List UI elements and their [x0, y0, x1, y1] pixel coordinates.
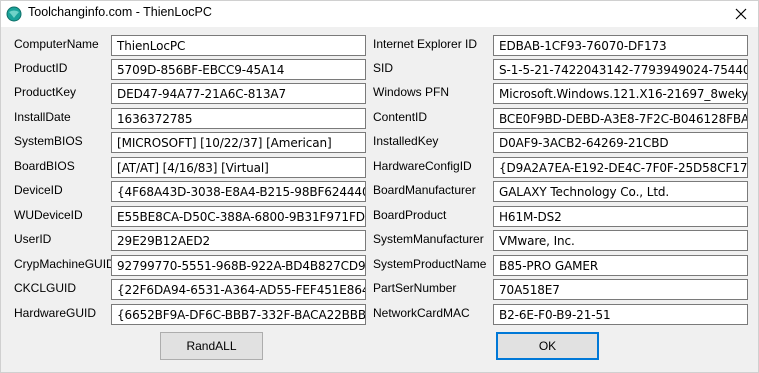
computer-name-field[interactable]: ThienLocPC: [111, 35, 366, 56]
ckcl-guid-field[interactable]: {22F6DA94-6531-A364-AD55-FEF451E86411: [111, 279, 366, 300]
label-part-ser-number: PartSerNumber: [373, 281, 457, 295]
part-ser-number-field[interactable]: 70A518E7: [493, 279, 748, 300]
label-system-product-name: SystemProductName: [373, 257, 487, 271]
window-title: Toolchanginfo.com - ThienLocPC: [28, 5, 212, 19]
label-hardware-config-id: HardwareConfigID: [373, 159, 472, 173]
internet-explorer-id-field[interactable]: EDBAB-1CF93-76070-DF173: [493, 35, 748, 56]
label-hardware-guid: HardwareGUID: [14, 306, 97, 320]
label-network-card-mac: NetworkCardMAC: [373, 306, 470, 320]
board-manufacturer-field[interactable]: GALAXY Technology Co., Ltd.: [493, 181, 748, 202]
label-board-product: BoardProduct: [373, 208, 447, 222]
close-button[interactable]: [724, 1, 758, 27]
install-date-field[interactable]: 1636372785: [111, 108, 366, 129]
system-manufacturer-field[interactable]: VMware, Inc.: [493, 230, 748, 251]
windows-pfn-field[interactable]: Microsoft.Windows.121.X16-21697_8wekyb3: [493, 83, 748, 104]
label-board-manufacturer: BoardManufacturer: [373, 183, 476, 197]
label-installed-key: InstalledKey: [373, 134, 439, 148]
label-board-bios: BoardBIOS: [14, 159, 75, 173]
main-window: Toolchanginfo.com - ThienLocPC ComputerN…: [0, 0, 759, 373]
hardware-guid-field[interactable]: {6652BF9A-DF6C-BBB7-332F-BACA22BBBE5A: [111, 304, 366, 325]
user-id-field[interactable]: 29E29B12AED2: [111, 230, 366, 251]
content-id-field[interactable]: BCE0F9BD-DEBD-A3E8-7F2C-B046128FBA31: [493, 108, 748, 129]
board-product-field[interactable]: H61M-DS2: [493, 206, 748, 227]
label-cryp-machine-guid: CrypMachineGUID: [14, 257, 115, 271]
label-user-id: UserID: [14, 232, 52, 246]
network-card-mac-field[interactable]: B2-6E-F0-B9-21-51: [493, 304, 748, 325]
system-bios-field[interactable]: [MICROSOFT] [10/22/37] [American]: [111, 132, 366, 153]
label-system-manufacturer: SystemManufacturer: [373, 232, 484, 246]
label-product-key: ProductKey: [14, 85, 77, 99]
label-system-bios: SystemBIOS: [14, 134, 83, 148]
product-key-field[interactable]: DED47-94A77-21A6C-813A7: [111, 83, 366, 104]
rand-all-button[interactable]: RandALL: [160, 332, 263, 360]
close-icon: [735, 8, 747, 20]
label-install-date: InstallDate: [14, 110, 71, 124]
label-product-id: ProductID: [14, 61, 68, 75]
installed-key-field[interactable]: D0AF9-3ACB2-64269-21CBD: [493, 132, 748, 153]
label-device-id: DeviceID: [14, 183, 63, 197]
cryp-machine-guid-field[interactable]: 92799770-5551-968B-922A-BD4B827CD9EC: [111, 255, 366, 276]
sid-field[interactable]: S-1-5-21-7422043142-7793949024-7544095: [493, 59, 748, 80]
device-id-field[interactable]: {4F68A43D-3038-E8A4-B215-98BF624440BE: [111, 181, 366, 202]
ok-button[interactable]: OK: [496, 332, 599, 360]
title-bar[interactable]: Toolchanginfo.com - ThienLocPC: [1, 1, 758, 27]
board-bios-field[interactable]: [AT/AT] [4/16/83] [Virtual]: [111, 157, 366, 178]
label-computer-name: ComputerName: [14, 37, 99, 51]
label-windows-pfn: Windows PFN: [373, 85, 450, 99]
product-id-field[interactable]: 5709D-856BF-EBCC9-45A14: [111, 59, 366, 80]
label-wu-device-id: WUDeviceID: [14, 208, 83, 222]
system-product-name-field[interactable]: B85-PRO GAMER: [493, 255, 748, 276]
hardware-config-id-field[interactable]: {D9A2A7EA-E192-DE4C-7F0F-25D58CF17218: [493, 157, 748, 178]
app-globe-icon: [6, 6, 22, 22]
label-internet-explorer-id: Internet Explorer ID: [373, 37, 478, 51]
label-ckcl-guid: CKCLGUID: [14, 281, 77, 295]
label-content-id: ContentID: [373, 110, 428, 124]
label-sid: SID: [373, 61, 394, 75]
wu-device-id-field[interactable]: E55BE8CA-D50C-388A-6800-9B31F971FD4E: [111, 206, 366, 227]
